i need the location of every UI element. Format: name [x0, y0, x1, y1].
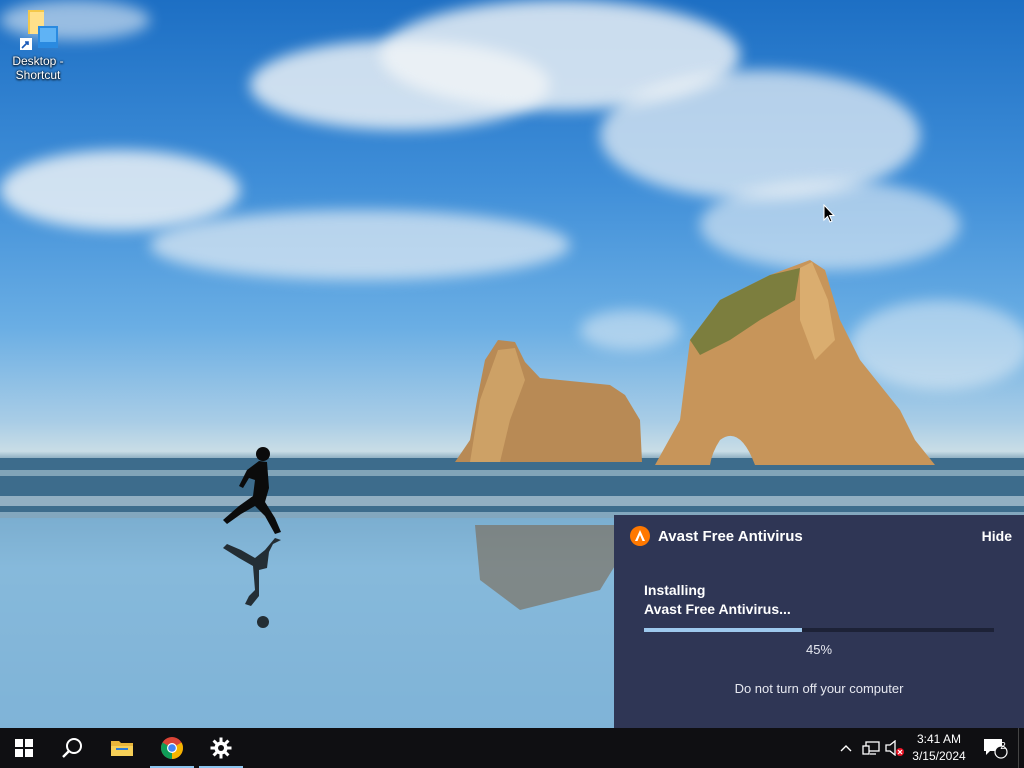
notification-header: Avast Free Antivirus Hide — [630, 525, 1012, 547]
clock-date: 3/15/2024 — [912, 749, 966, 763]
runner-silhouette — [223, 447, 281, 628]
clock-time: 3:41 AM — [916, 732, 962, 746]
folder-shortcut-icon — [18, 8, 58, 52]
taskbar-clock[interactable]: 3:41 AM 3/15/2024 — [900, 731, 978, 765]
search-button[interactable] — [48, 728, 96, 768]
hide-button[interactable]: Hide — [982, 528, 1012, 544]
mouse-cursor-icon — [823, 204, 835, 223]
install-status-line2: Avast Free Antivirus... — [644, 601, 791, 617]
network-button[interactable] — [860, 728, 882, 768]
install-progress-text: 45% — [805, 642, 833, 657]
install-warning-text: Do not turn off your computer — [734, 681, 904, 696]
notification-app-name: Avast Free Antivirus — [658, 527, 803, 545]
desktop-icon-label: Desktop - Shortcut — [12, 54, 64, 82]
settings-button[interactable] — [197, 728, 245, 768]
chrome-icon — [161, 737, 183, 759]
install-status: Installing Avast Free Antivirus... — [644, 581, 791, 619]
avast-install-notification: Avast Free Antivirus Hide Installing Ava… — [614, 515, 1024, 728]
avast-logo-icon — [630, 526, 650, 546]
taskbar: 3:41 AM 3/15/2024 2 — [0, 728, 1024, 768]
gear-icon — [210, 737, 232, 759]
search-icon — [62, 738, 82, 758]
windows-logo-icon — [15, 739, 33, 757]
desktop[interactable]: Desktop - Shortcut Avast Free Antivirus … — [0, 0, 1024, 728]
install-status-line1: Installing — [644, 582, 706, 598]
install-progress-fill — [644, 628, 802, 632]
start-button[interactable] — [0, 728, 48, 768]
network-icon — [862, 741, 880, 755]
file-explorer-button[interactable] — [98, 728, 146, 768]
chevron-up-icon — [840, 745, 852, 752]
notification-count-badge: 2 — [1000, 741, 1006, 752]
show-hidden-icons-button[interactable] — [836, 728, 856, 768]
chrome-button[interactable] — [148, 728, 196, 768]
folder-icon — [111, 741, 133, 756]
action-center-button[interactable]: 2 — [978, 728, 1012, 768]
show-desktop-button[interactable] — [1018, 728, 1024, 768]
desktop-shortcut-icon-item[interactable]: Desktop - Shortcut — [6, 8, 70, 82]
install-progress-bar — [644, 628, 994, 632]
